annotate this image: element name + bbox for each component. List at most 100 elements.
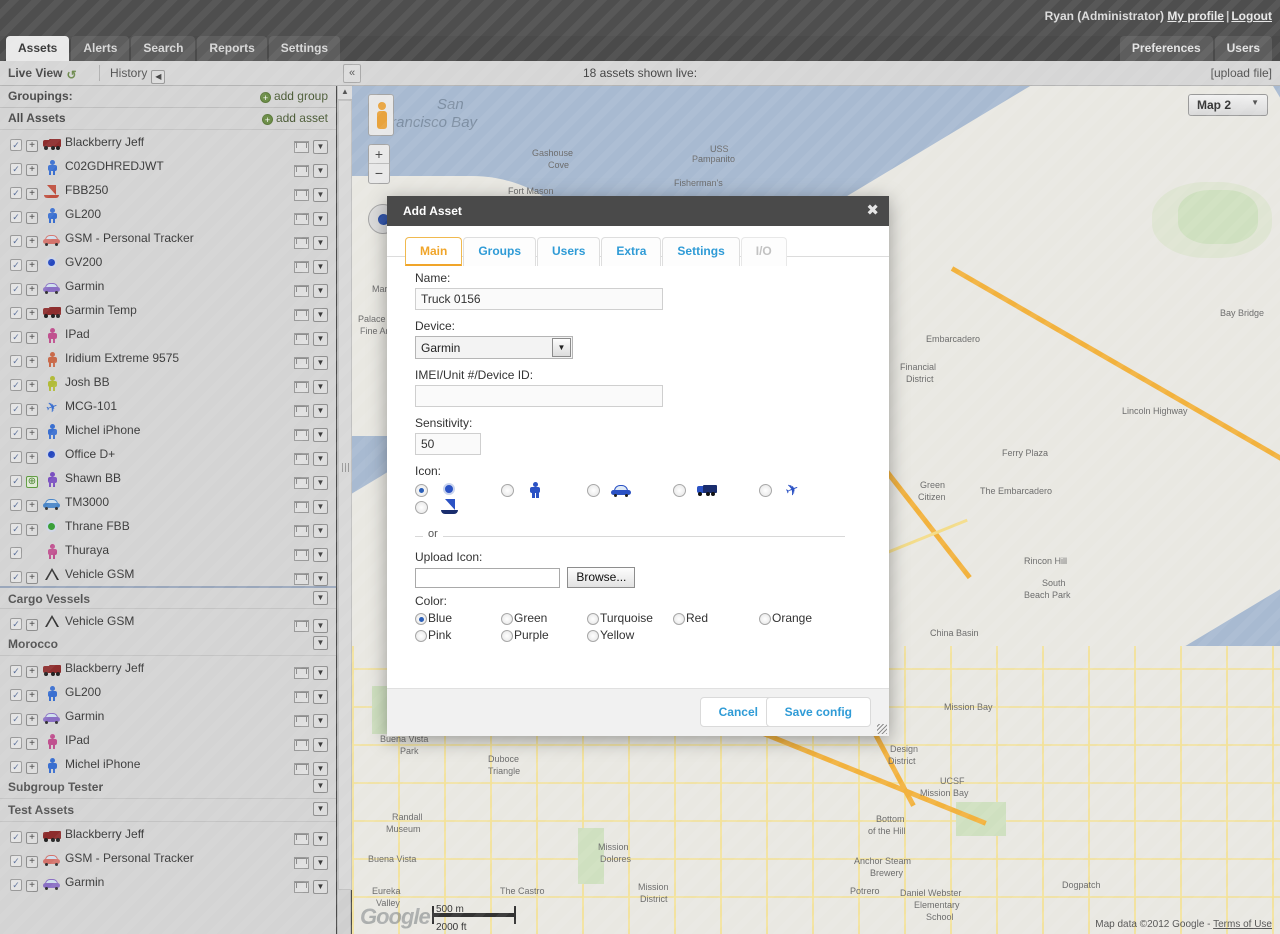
color-radio[interactable] [759,613,771,625]
envelope-icon[interactable] [294,213,309,225]
asset-menu-caret-icon[interactable]: ▼ [313,548,328,562]
group-header[interactable]: Morocco▼ [0,633,336,656]
asset-menu-caret-icon[interactable]: ▼ [313,666,328,680]
asset-menu-caret-icon[interactable]: ▼ [313,690,328,704]
asset-expand-toggle[interactable]: + [26,212,38,224]
asset-menu-caret-icon[interactable]: ▼ [313,476,328,490]
envelope-icon[interactable] [294,309,309,321]
dialog-tabs[interactable]: MainGroupsUsersExtraSettingsI/O [387,226,889,257]
icon-option-plane-icon[interactable]: ✈ [759,483,845,499]
envelope-icon[interactable] [294,833,309,845]
asset-row[interactable]: ✓+GL200▼ [0,202,336,226]
group-menu-caret-icon[interactable]: ▼ [313,591,328,605]
asset-row[interactable]: ✓+Michel iPhone▼ [0,752,336,776]
asset-row[interactable]: ✓+GSM - Personal Tracker▼ [0,846,336,870]
color-radio-group[interactable]: BlueGreenTurquoiseRedOrangePinkPurpleYel… [415,611,889,642]
envelope-icon[interactable] [294,501,309,513]
color-radio[interactable] [587,630,599,642]
map-zoom-controls[interactable]: + − [368,144,390,184]
chevron-down-icon[interactable]: ▼ [552,338,571,357]
street-view-pegman-icon[interactable] [368,94,394,136]
asset-menu-caret-icon[interactable]: ▼ [313,832,328,846]
asset-expand-toggle[interactable]: + [26,500,38,512]
terms-of-use-link[interactable]: Terms of Use [1213,919,1272,930]
asset-visibility-checkbox[interactable]: ✓ [10,211,22,223]
envelope-icon[interactable] [294,549,309,561]
asset-visibility-checkbox[interactable]: ✓ [10,403,22,415]
envelope-icon[interactable] [294,333,309,345]
add-group-button[interactable]: +add group [260,89,328,103]
asset-menu-caret-icon[interactable]: ▼ [313,428,328,442]
dialog-tab-settings[interactable]: Settings [662,237,739,266]
icon-radio[interactable] [673,484,686,497]
asset-menu-caret-icon[interactable]: ▼ [313,619,328,633]
asset-row[interactable]: ✓+Office D+▼ [0,442,336,466]
asset-row[interactable]: ✓+C02GDHREDJWT▼ [0,154,336,178]
asset-menu-caret-icon[interactable]: ▼ [313,284,328,298]
asset-menu-caret-icon[interactable]: ▼ [313,212,328,226]
envelope-icon[interactable] [294,453,309,465]
asset-row[interactable]: ✓+Blackberry Jeff▼ [0,656,336,680]
asset-row[interactable]: ✓+Blackberry Jeff▼ [0,822,336,846]
asset-expand-toggle[interactable]: + [26,714,38,726]
name-input[interactable] [415,288,663,310]
asset-menu-caret-icon[interactable]: ▼ [313,356,328,370]
color-radio[interactable] [501,630,513,642]
tab-assets[interactable]: Assets [6,36,69,61]
asset-visibility-checkbox[interactable]: ✓ [10,355,22,367]
group-header[interactable]: Test Assets▼ [0,799,336,822]
color-option-turquoise[interactable]: Turquoise [587,611,673,625]
color-option-red[interactable]: Red [673,611,759,625]
asset-menu-caret-icon[interactable]: ▼ [313,524,328,538]
asset-visibility-checkbox[interactable]: ✓ [10,499,22,511]
envelope-icon[interactable] [294,405,309,417]
asset-expand-toggle[interactable]: + [26,452,38,464]
asset-visibility-checkbox[interactable]: ✓ [10,283,22,295]
tab-settings[interactable]: Settings [269,36,340,61]
asset-expand-toggle[interactable]: + [26,164,38,176]
envelope-icon[interactable] [294,525,309,537]
asset-expand-toggle[interactable]: + [26,188,38,200]
asset-visibility-checkbox[interactable]: ✓ [10,139,22,151]
admin-navigation-tabs[interactable]: PreferencesUsers [1120,36,1274,61]
envelope-icon[interactable] [294,141,309,153]
dialog-tab-extra[interactable]: Extra [601,237,661,266]
color-radio[interactable] [415,613,427,625]
dialog-resize-grip[interactable] [877,724,887,734]
my-profile-link[interactable]: My profile [1167,9,1224,23]
asset-menu-caret-icon[interactable]: ▼ [313,308,328,322]
asset-menu-caret-icon[interactable]: ▼ [313,738,328,752]
asset-row[interactable]: ✓+Blackberry Jeff▼ [0,130,336,154]
asset-menu-caret-icon[interactable]: ▼ [313,164,328,178]
scroll-up-arrow-icon[interactable]: ▲ [338,86,352,100]
group-header[interactable]: Subgroup Tester▼ [0,776,336,799]
zoom-in-button[interactable]: + [369,145,389,164]
asset-expand-toggle[interactable]: + [26,738,38,750]
group-menu-caret-icon[interactable]: ▼ [313,802,328,816]
asset-row[interactable]: ✓+GV200▼ [0,250,336,274]
asset-visibility-checkbox[interactable]: ✓ [10,618,22,630]
zoom-out-button[interactable]: − [369,164,389,183]
asset-visibility-checkbox[interactable]: ✓ [10,713,22,725]
tab-alerts[interactable]: Alerts [71,36,129,61]
sidebar-scrollbar[interactable]: ▲ [337,86,351,934]
save-config-button[interactable]: Save config [766,697,871,727]
asset-row[interactable]: ✓+Garmin▼ [0,870,336,894]
imei-input[interactable] [415,385,663,407]
asset-menu-caret-icon[interactable]: ▼ [313,380,328,394]
asset-menu-caret-icon[interactable]: ▼ [313,762,328,776]
asset-expand-toggle[interactable]: + [26,666,38,678]
asset-row[interactable]: ✓+GSM - Personal Tracker▼ [0,226,336,250]
asset-row[interactable]: ✓+Vehicle GSM▼ [0,562,336,586]
asset-row[interactable]: ✓Thuraya▼ [0,538,336,562]
envelope-icon[interactable] [294,237,309,249]
asset-menu-caret-icon[interactable]: ▼ [313,260,328,274]
envelope-icon[interactable] [294,261,309,273]
color-radio[interactable] [501,613,513,625]
asset-visibility-checkbox[interactable]: ✓ [10,879,22,891]
icon-radio[interactable] [587,484,600,497]
asset-expand-toggle[interactable]: + [26,690,38,702]
asset-expand-toggle[interactable]: + [26,832,38,844]
icon-radio[interactable] [415,501,428,514]
asset-row[interactable]: ✓+IPad▼ [0,322,336,346]
